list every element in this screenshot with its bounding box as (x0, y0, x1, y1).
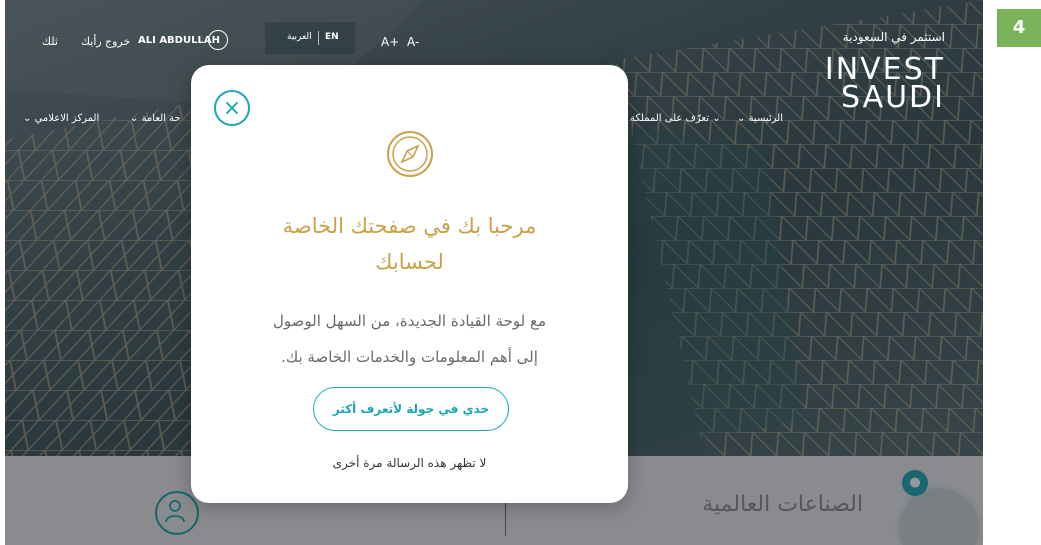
font-increase-button[interactable]: A+ (381, 35, 399, 49)
feedback-link[interactable]: رأيك (81, 35, 102, 48)
user-icon[interactable] (208, 30, 228, 50)
invest-saudi-logo[interactable]: استثمر في السعودية INVEST SAUDI (805, 30, 945, 115)
language-switcher[interactable]: العربية EN (265, 22, 355, 54)
nav-general[interactable]: ⌄ حة العامة (130, 113, 181, 124)
logo-tagline: استثمر في السعودية (842, 30, 945, 44)
nav-know-kingdom[interactable]: تعرّف على المملكة ⌄ (630, 113, 721, 124)
logout-link[interactable]: خروج (105, 35, 130, 48)
modal-title: مرحبا بك في صفحتك الخاصة لحسابك (191, 208, 628, 280)
step-number-badge: 4 (997, 9, 1041, 47)
nav-home[interactable]: ⌄ الرئيسية (737, 113, 783, 124)
dont-show-again-link[interactable]: لا تظهر هذه الرسالة مرة أخرى (191, 456, 628, 470)
modal-body-line1: مع لوحة القيادة الجديدة، من السهل الوصول (273, 312, 546, 330)
nav-media-center-label: المركز الاعلامي (34, 113, 100, 124)
close-icon: × (222, 96, 242, 121)
lang-english[interactable]: EN (325, 32, 339, 42)
modal-title-line2: لحسابك (375, 250, 444, 274)
divider (318, 31, 319, 45)
close-button[interactable]: × (214, 90, 250, 126)
lang-arabic[interactable]: العربية (287, 32, 312, 42)
extra-link[interactable]: ثلك (42, 35, 58, 48)
nav-general-label: حة العامة (141, 113, 181, 124)
modal-description: مع لوحة القيادة الجديدة، من السهل الوصول… (221, 303, 598, 375)
logo-saudi: SAUDI (840, 80, 945, 115)
nav-home-label: الرئيسية (748, 113, 784, 124)
modal-body-line2: إلى أهم المعلومات والخدمات الخاصة بك. (281, 348, 538, 366)
nav-know-kingdom-label: تعرّف على المملكة (630, 113, 710, 124)
font-decrease-button[interactable]: A- (407, 35, 419, 49)
take-tour-button[interactable]: خذي في جولة لأتعرف أكثر (313, 387, 509, 431)
nav-media-center[interactable]: ⌄ المركز الاعلامي (23, 113, 99, 124)
compass-icon (387, 131, 433, 177)
modal-title-line1: مرحبا بك في صفحتك الخاصة (282, 214, 537, 238)
welcome-modal: × مرحبا بك في صفحتك الخاصة لحسابك مع لوح… (191, 65, 628, 503)
